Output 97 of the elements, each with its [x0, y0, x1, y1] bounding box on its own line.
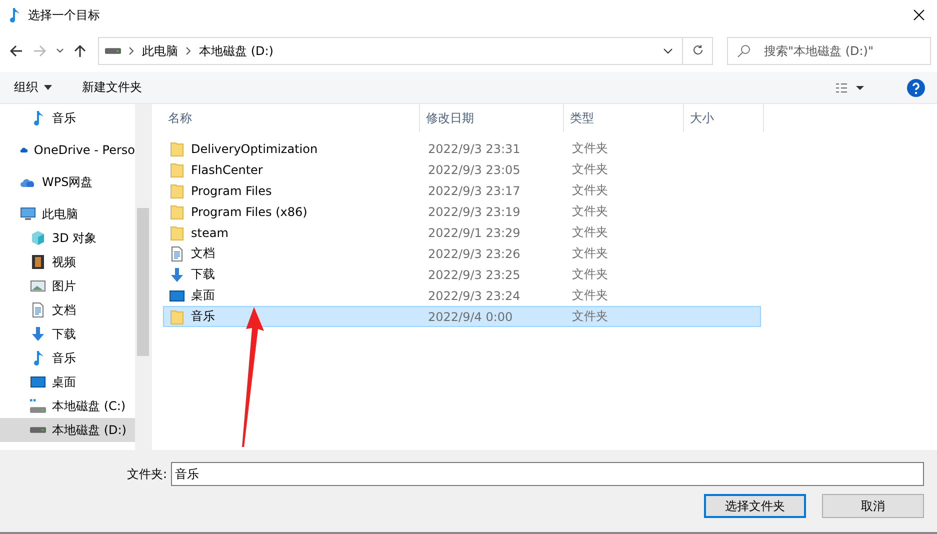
sidebar-item[interactable]: WPS网盘: [0, 170, 135, 194]
file-row[interactable]: FlashCenter 2022/9/3 23:05 文件夹: [163, 159, 761, 180]
type-cell-text: 文件夹: [571, 266, 609, 283]
column-header[interactable]: 大小: [684, 104, 764, 132]
drive-icon: [30, 399, 46, 413]
down-arrow-icon: [30, 326, 46, 342]
chevron-right-icon: [186, 47, 191, 55]
folder-icon: [169, 224, 185, 240]
file-name: 文档: [191, 245, 215, 262]
file-row[interactable]: 文档 2022/9/3 23:26 文件夹: [163, 243, 761, 264]
type-cell-text: 文件夹: [571, 308, 609, 325]
select-folder-button[interactable]: 选择文件夹: [704, 494, 806, 518]
folder-icon: [169, 140, 185, 156]
sidebar-item[interactable]: 桌面: [0, 370, 135, 394]
sidebar-item[interactable]: OneDrive - Perso: [0, 138, 135, 162]
sidebar-item[interactable]: 文档: [0, 298, 135, 322]
sidebar-item[interactable]: 音乐: [0, 346, 135, 370]
help-icon: [907, 78, 925, 96]
drive-icon: [105, 48, 121, 54]
cube-icon: [30, 230, 46, 246]
list-view-icon: [836, 82, 866, 94]
file-name: 桌面: [191, 287, 215, 304]
date-cell-text: 2022/9/1 23:29: [427, 226, 522, 240]
date-cell-text: 2022/9/4 0:00: [427, 310, 514, 324]
file-row[interactable]: 下载 2022/9/3 23:25 文件夹: [163, 264, 761, 285]
right-arrow-icon: [33, 44, 47, 58]
chevron-down-icon: [56, 47, 64, 55]
folder-icon: [169, 308, 185, 324]
address-bar[interactable]: 此电脑 本地磁盘 (D:): [98, 37, 713, 65]
type-cell-text: 文件夹: [571, 161, 609, 178]
folder-icon: [169, 204, 185, 220]
file-name: Program Files (x86): [191, 204, 308, 218]
sidebar-item[interactable]: 视频: [0, 250, 135, 274]
date-cell-text: 2022/9/3 23:24: [427, 288, 522, 302]
date-cell-text: 2022/9/3 23:19: [427, 204, 522, 218]
breadcrumb[interactable]: 本地磁盘 (D:): [199, 42, 274, 60]
file-row[interactable]: 桌面 2022/9/3 23:24 文件夹: [163, 285, 761, 306]
new-folder-button[interactable]: 新建文件夹: [82, 79, 142, 96]
folder-name-field[interactable]: 音乐: [171, 462, 924, 486]
search-icon: [737, 44, 751, 58]
film-icon: [30, 254, 46, 270]
document-icon: [169, 246, 185, 262]
cancel-button[interactable]: 取消: [822, 494, 924, 518]
date-cell-text: 2022/9/3 23:25: [427, 268, 522, 282]
sidebar-item[interactable]: 音乐: [0, 106, 135, 130]
type-cell-text: 文件夹: [571, 224, 609, 241]
drive-icon: [30, 427, 46, 433]
chevron-down-icon: [663, 46, 673, 56]
window-title: 选择一个目标: [28, 6, 101, 24]
file-name: FlashCenter: [191, 162, 263, 176]
date-cell-text: 2022/9/3 23:26: [427, 246, 522, 260]
left-arrow-icon: [9, 44, 23, 58]
monitor-icon: [169, 288, 185, 304]
scrollbar[interactable]: [135, 104, 151, 450]
column-header[interactable]: 修改日期: [420, 104, 564, 132]
date-cell-text: 2022/9/3 23:17: [427, 184, 522, 198]
folder-icon: [169, 162, 185, 178]
sidebar-item[interactable]: 图片: [0, 274, 135, 298]
column-header[interactable]: 类型: [564, 104, 684, 132]
caret-icon: [44, 85, 52, 90]
chevron-right-icon: [129, 47, 134, 55]
file-row[interactable]: Program Files (x86) 2022/9/3 23:19 文件夹: [163, 201, 761, 222]
file-row[interactable]: DeliveryOptimization 2022/9/3 23:31 文件夹: [163, 138, 761, 159]
file-name: steam: [191, 226, 228, 240]
sidebar-item[interactable]: 本地磁盘 (C:): [0, 394, 135, 418]
file-row[interactable]: Program Files 2022/9/3 23:17 文件夹: [163, 180, 761, 201]
search-field[interactable]: 搜索"本地磁盘 (D:)": [727, 37, 931, 65]
type-cell-text: 文件夹: [571, 182, 609, 199]
date-cell-text: 2022/9/3 23:31: [427, 142, 522, 156]
file-name: 下载: [191, 266, 215, 283]
organize-menu[interactable]: 组织: [14, 79, 52, 96]
down-arrow-icon: [169, 266, 185, 282]
date-cell-text: 2022/9/3 23:05: [427, 162, 522, 176]
sidebar-item[interactable]: 3D 对象: [0, 226, 135, 250]
breadcrumb[interactable]: 此电脑: [142, 42, 178, 60]
type-cell-text: 文件夹: [571, 203, 609, 220]
document-icon: [30, 302, 46, 318]
close-icon: [913, 9, 925, 21]
picture-icon: [30, 278, 46, 294]
sidebar-item[interactable]: 下载: [0, 322, 135, 346]
file-row[interactable]: 音乐 2022/9/4 0:00 文件夹: [163, 306, 761, 327]
type-cell-text: 文件夹: [571, 287, 609, 304]
sidebar-item[interactable]: 此电脑: [0, 202, 135, 226]
type-cell-text: 文件夹: [571, 140, 609, 157]
monitor-icon: [20, 206, 36, 222]
monitor-icon: [30, 374, 46, 390]
file-name: Program Files: [191, 184, 272, 198]
refresh-icon: [692, 44, 704, 56]
sidebar-item[interactable]: 本地磁盘 (D:): [0, 418, 135, 442]
file-name: DeliveryOptimization: [191, 142, 318, 156]
file-row[interactable]: steam 2022/9/1 23:29 文件夹: [163, 222, 761, 243]
type-cell-text: 文件夹: [571, 245, 609, 262]
column-header[interactable]: 名称: [162, 104, 420, 132]
folder-icon: [169, 182, 185, 198]
folder-label: 文件夹:: [126, 466, 167, 482]
up-arrow-icon: [73, 44, 87, 58]
file-name: 音乐: [191, 308, 215, 325]
